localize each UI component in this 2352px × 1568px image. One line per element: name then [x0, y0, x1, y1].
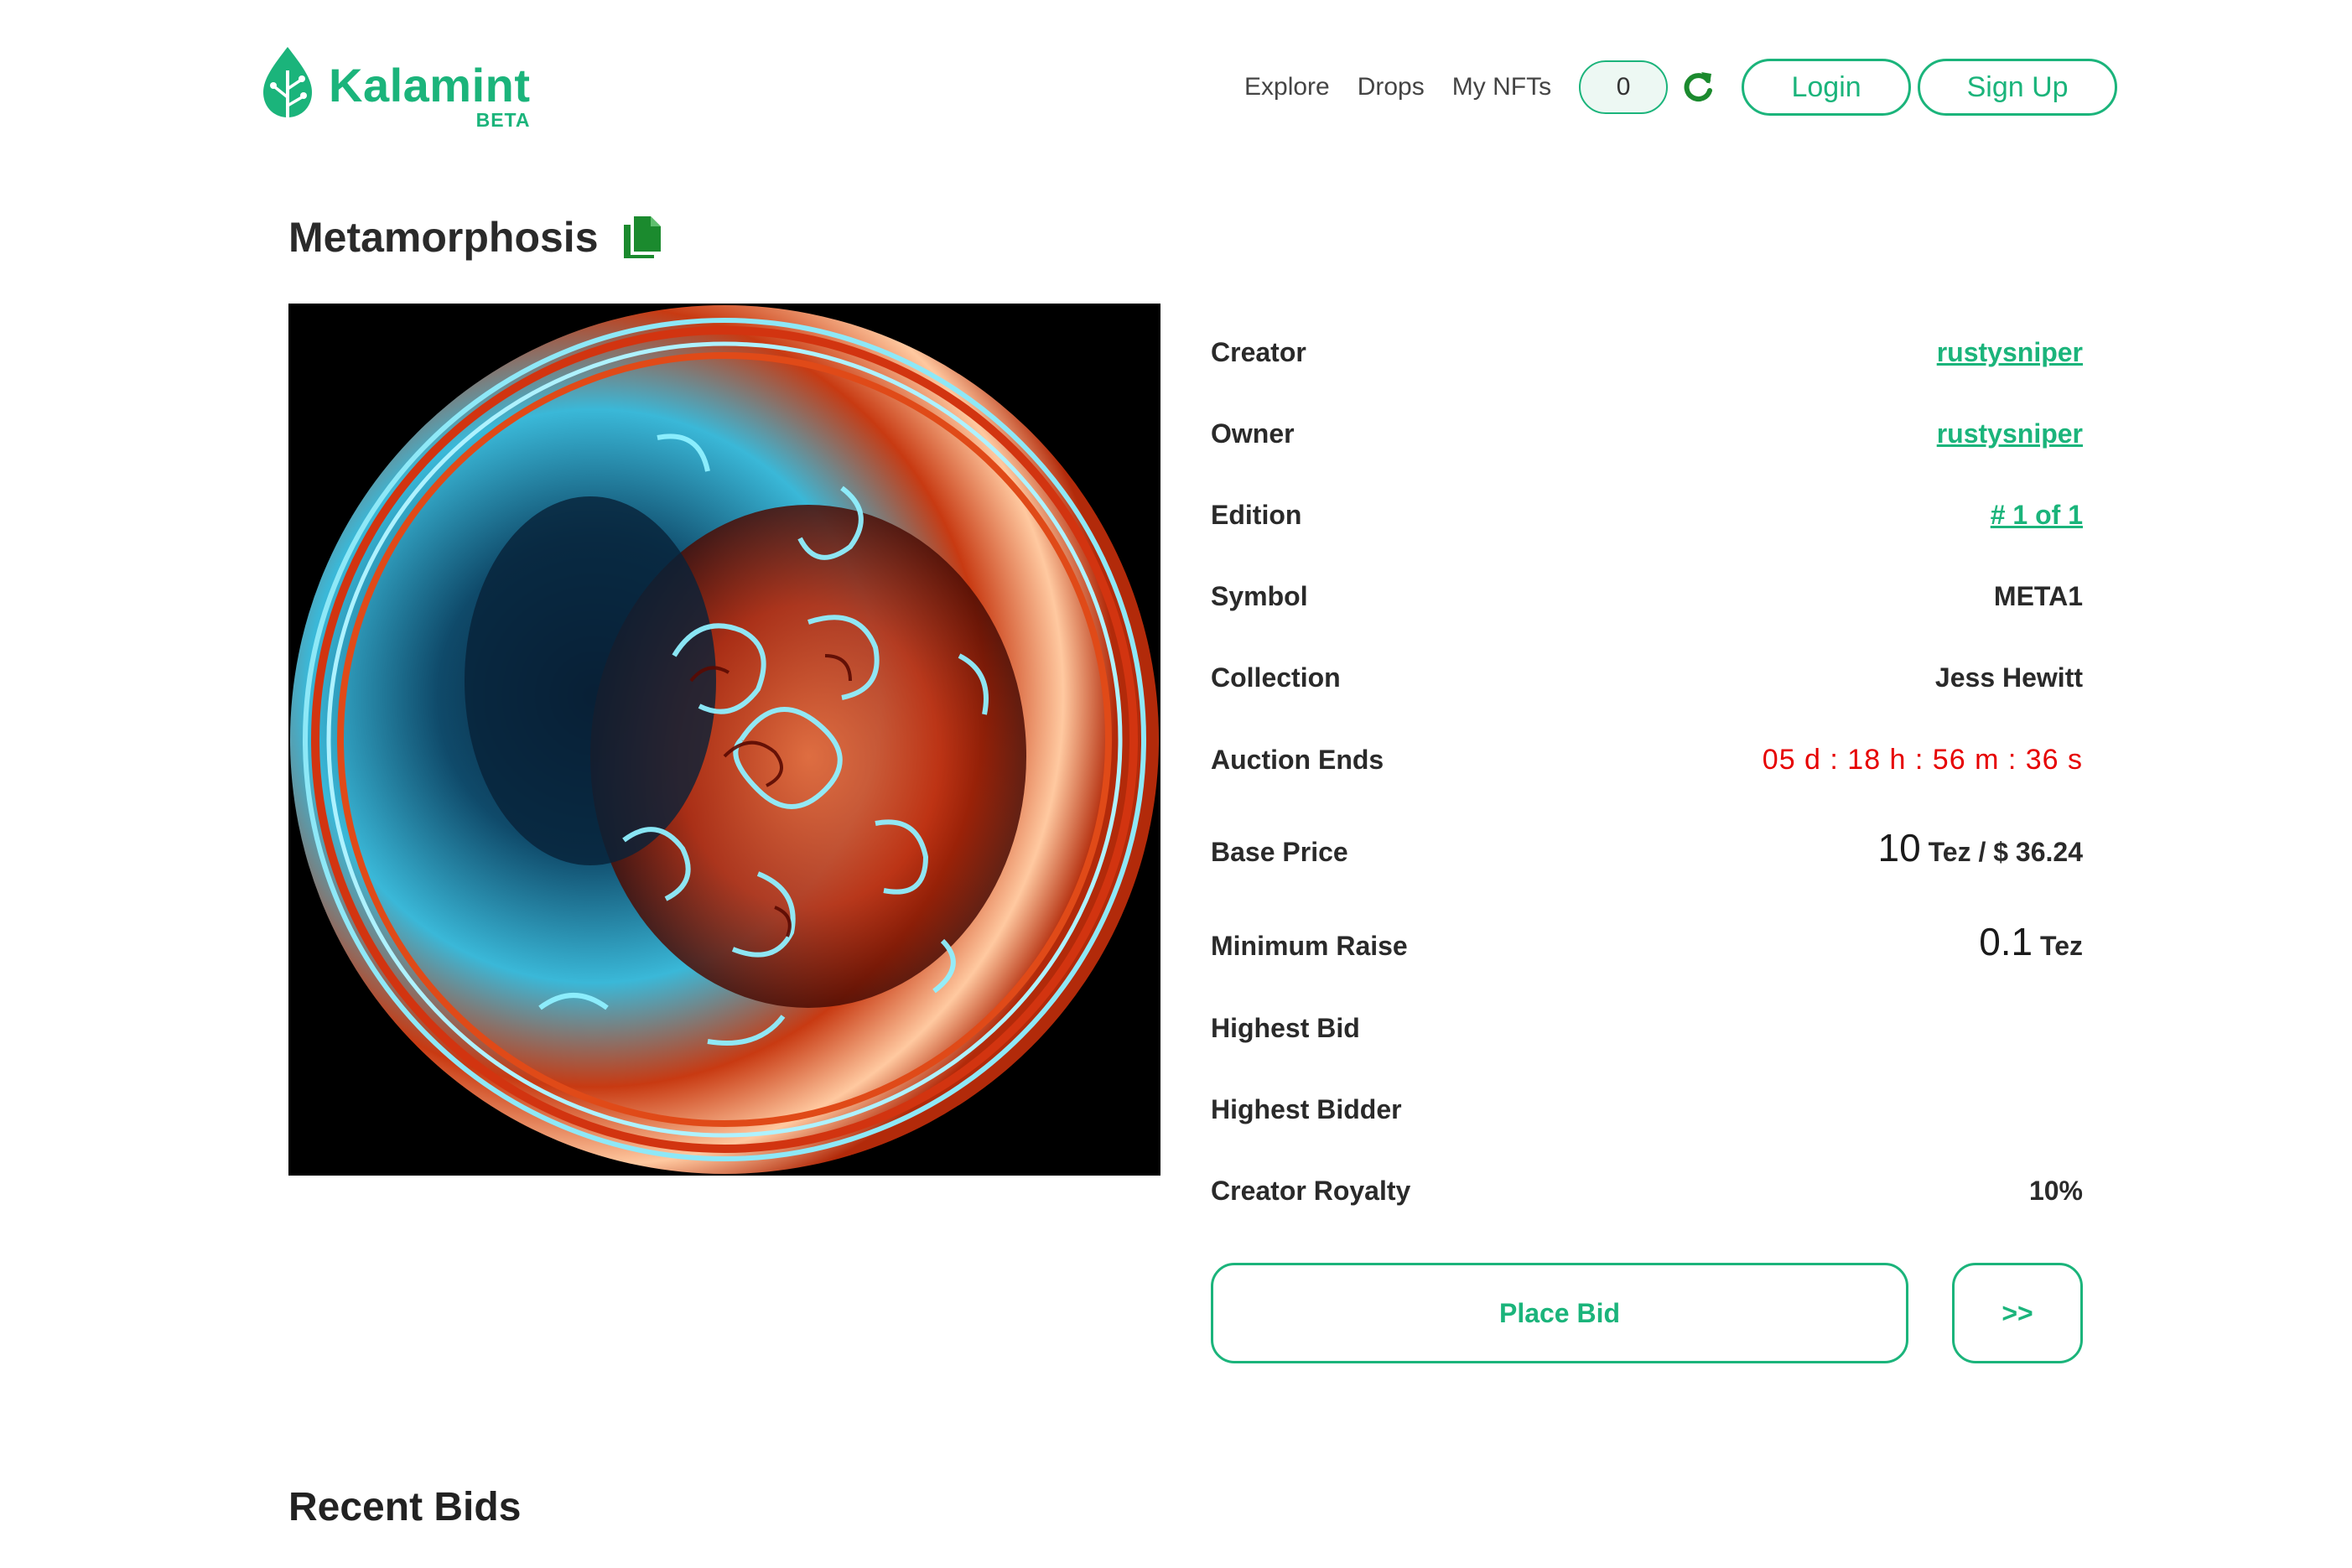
detail-edition: Edition # 1 of 1	[1211, 500, 2083, 581]
detail-creator-royalty: Creator Royalty 10%	[1211, 1176, 2083, 1257]
detail-creator: Creator rustysniper	[1211, 337, 2083, 418]
edition-label: Edition	[1211, 500, 1302, 530]
nft-details: Creator rustysniper Owner rustysniper Ed…	[1211, 337, 2083, 1257]
nav-explore[interactable]: Explore	[1244, 73, 1330, 101]
base-price-label: Base Price	[1211, 837, 1348, 867]
creator-royalty-value: 10%	[2028, 1176, 2083, 1206]
collection-value: Jess Hewitt	[1934, 662, 2083, 693]
detail-highest-bidder: Highest Bidder	[1211, 1094, 2083, 1176]
wallet-counter[interactable]: 0	[1579, 60, 1669, 114]
creator-link[interactable]: rustysniper	[1937, 337, 2083, 368]
nft-title-row: Metamorphosis	[288, 213, 662, 262]
edition-link[interactable]: # 1 of 1	[1991, 500, 2083, 531]
owner-link[interactable]: rustysniper	[1937, 418, 2083, 449]
owner-label: Owner	[1211, 418, 1295, 449]
detail-symbol: Symbol META1	[1211, 581, 2083, 662]
symbol-label: Symbol	[1211, 581, 1308, 611]
auction-countdown: 05 d : 18 h : 56 m : 36 s	[1762, 744, 2083, 776]
detail-highest-bid: Highest Bid	[1211, 1013, 2083, 1094]
minimum-raise-unit: Tez	[2040, 931, 2083, 961]
highest-bidder-label: Highest Bidder	[1211, 1094, 1402, 1124]
detail-collection: Collection Jess Hewitt	[1211, 662, 2083, 744]
base-price-unit: Tez / $ 36.24	[1928, 837, 2083, 867]
symbol-value: META1	[1993, 581, 2083, 611]
creator-royalty-label: Creator Royalty	[1211, 1176, 1411, 1206]
beta-badge: BETA	[475, 109, 531, 131]
artwork-image	[290, 305, 1159, 1174]
detail-base-price: Base Price 10 Tez / $ 36.24	[1211, 825, 2083, 919]
bid-actions: Place Bid >>	[1211, 1263, 2083, 1363]
detail-auction-ends: Auction Ends 05 d : 18 h : 56 m : 36 s	[1211, 744, 2083, 825]
page-title: Metamorphosis	[288, 214, 599, 261]
minimum-raise-amount: 0.1	[1979, 920, 2033, 963]
recent-bids-heading: Recent Bids	[288, 1485, 522, 1529]
kalamint-logo[interactable]: Kalamint BETA	[262, 45, 531, 131]
base-price-value: 10 Tez / $ 36.24	[1878, 825, 2083, 870]
nav-drops[interactable]: Drops	[1358, 73, 1425, 101]
creator-label: Creator	[1211, 337, 1306, 367]
refresh-icon[interactable]	[1680, 69, 1716, 106]
place-bid-button[interactable]: Place Bid	[1211, 1263, 1908, 1363]
signup-button[interactable]: Sign Up	[1918, 59, 2118, 116]
leaf-logo-icon	[263, 47, 312, 117]
minimum-raise-label: Minimum Raise	[1211, 931, 1408, 961]
logo-text: Kalamint BETA	[329, 45, 531, 131]
minimum-raise-value: 0.1 Tez	[1979, 919, 2083, 964]
login-button[interactable]: Login	[1742, 59, 1912, 116]
detail-owner: Owner rustysniper	[1211, 418, 2083, 500]
nft-artwork[interactable]	[288, 304, 1160, 1176]
nav-my-nfts[interactable]: My NFTs	[1452, 73, 1551, 101]
next-button[interactable]: >>	[1952, 1263, 2083, 1363]
base-price-amount: 10	[1877, 826, 1921, 870]
top-nav: Explore Drops My NFTs 0 Login Sign Up	[1244, 59, 2118, 116]
copy-icon[interactable]	[622, 215, 662, 260]
auction-ends-label: Auction Ends	[1211, 745, 1384, 775]
detail-minimum-raise: Minimum Raise 0.1 Tez	[1211, 919, 2083, 1013]
collection-label: Collection	[1211, 662, 1341, 693]
brand-name: Kalamint	[329, 59, 531, 112]
highest-bid-label: Highest Bid	[1211, 1013, 1360, 1043]
